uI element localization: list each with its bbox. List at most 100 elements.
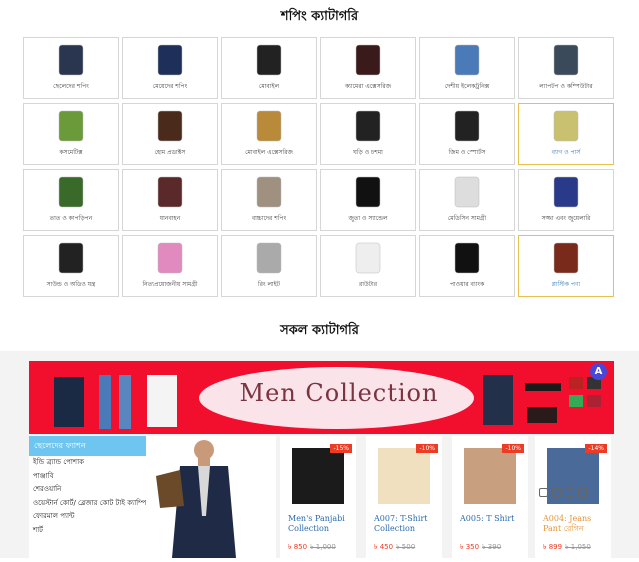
view-icon[interactable] bbox=[552, 488, 561, 497]
category-label: রিং লাইট bbox=[257, 281, 281, 288]
product-actions bbox=[539, 488, 587, 497]
category-label: প্লাস্টিক পণ্য bbox=[551, 281, 581, 288]
category-label: তাত ও কাপড়িপন bbox=[49, 215, 93, 222]
shopping-category-grid: ছেলেদের শপিং মেয়েদের শপিং মোবাইল ক্যামেরা … bbox=[23, 37, 615, 297]
mens-fashion-panel: ছেলেদের ফ্যাশন ইন্ডি ব্র্যান্ড পোশাক পাঞ্… bbox=[29, 436, 146, 558]
category-card[interactable]: হোম প্রডাক্টস bbox=[122, 103, 218, 165]
category-card[interactable]: যানবাহন bbox=[122, 169, 218, 231]
category-label: মোবাইল bbox=[258, 83, 280, 90]
category-label: জুতা ও স্যান্ডেল bbox=[348, 215, 388, 222]
motorcycle-icon bbox=[157, 176, 183, 208]
category-card[interactable]: ব্যাগ ও পার্স bbox=[518, 103, 614, 165]
category-card[interactable]: প্লাস্টিক পণ্য bbox=[518, 235, 614, 297]
category-label: ছেলেদের শপিং bbox=[53, 83, 89, 90]
radio-icon bbox=[256, 176, 282, 208]
medicine-box-icon bbox=[454, 176, 480, 208]
mens-fashion-item[interactable]: শার্ট bbox=[29, 524, 146, 538]
product-image bbox=[292, 448, 344, 504]
category-card[interactable]: কসমেটিক্স bbox=[23, 103, 119, 165]
product-card[interactable]: -10% A007: T-Shirt Collection ৳ 450 ৳ 500 bbox=[366, 436, 442, 558]
category-card[interactable]: ল্যাপটপ ও কম্পিউটার bbox=[518, 37, 614, 99]
category-label: নিত্যপ্রয়োজনীয় সামগ্রী bbox=[142, 281, 198, 288]
old-price: ৳ 500 bbox=[396, 543, 416, 551]
category-label: দেশীয় ইলেকট্রনিক্স bbox=[444, 83, 490, 90]
old-price: ৳ 1,000 bbox=[310, 543, 336, 551]
banner-title: Men Collection bbox=[239, 379, 439, 407]
product-price: ৳ 350 ৳ 390 bbox=[460, 541, 501, 553]
current-price: ৳ 899 bbox=[543, 543, 563, 551]
camera-lens-icon bbox=[355, 44, 381, 76]
current-price: ৳ 850 bbox=[288, 543, 308, 551]
product-name[interactable]: A005: T Shirt bbox=[460, 514, 526, 524]
category-label: ঘড়ি ও চশমা bbox=[353, 149, 383, 156]
category-card[interactable]: সজ্জা এবং জুয়েলারি bbox=[518, 169, 614, 231]
category-card[interactable]: মোবাইল এক্সেসরিজ bbox=[221, 103, 317, 165]
mens-fashion-item[interactable]: ফোরমাল প্যান্ট bbox=[29, 510, 146, 524]
product-image bbox=[464, 448, 516, 504]
mens-fashion-heading[interactable]: ছেলেদের ফ্যাশন bbox=[29, 436, 146, 456]
category-label: বাচ্চাদের শপিং bbox=[251, 215, 287, 222]
category-card[interactable]: তাত ও কাপড়িপন bbox=[23, 169, 119, 231]
mens-fashion-item[interactable]: ওয়েস্টার্ন কোর্ট/ ব্লেজার কোট টাই ক্যাম… bbox=[29, 497, 146, 511]
old-price: ৳ 1,050 bbox=[565, 543, 591, 551]
category-label: মেডিসিন সামগ্রী bbox=[447, 215, 487, 222]
category-card[interactable]: রিং লাইট bbox=[221, 235, 317, 297]
category-label: মোবাইল এক্সেসরিজ bbox=[245, 149, 293, 156]
discount-badge: -10% bbox=[416, 444, 438, 453]
category-card[interactable]: জিম ও স্পোর্টস bbox=[419, 103, 515, 165]
product-name[interactable]: A007: T-Shirt Collection bbox=[374, 514, 440, 534]
ring-light-icon bbox=[256, 242, 282, 274]
cart-icon[interactable] bbox=[539, 488, 548, 497]
mens-jacket-icon bbox=[58, 44, 84, 76]
category-card[interactable]: রাউটার bbox=[320, 235, 416, 297]
category-card[interactable]: মেয়েদের শপিং bbox=[122, 37, 218, 99]
speaker-system-icon bbox=[58, 242, 84, 274]
product-card[interactable]: -14% A004: Jeans Pant রেগিন ৳ 899 ৳ 1,050 bbox=[535, 436, 611, 558]
model-image bbox=[146, 436, 276, 558]
category-label: জিম ও স্পোর্টস bbox=[448, 149, 486, 156]
compare-icon[interactable] bbox=[578, 488, 587, 497]
category-card[interactable]: মেডিসিন সামগ্রী bbox=[419, 169, 515, 231]
product-name[interactable]: A004: Jeans Pant রেগিন bbox=[543, 514, 609, 534]
product-price: ৳ 899 ৳ 1,050 bbox=[543, 541, 591, 553]
product-name[interactable]: Men's Panjabi Collection bbox=[288, 514, 354, 534]
router-icon bbox=[355, 242, 381, 274]
product-card[interactable]: -15% Men's Panjabi Collection ৳ 850 ৳ 1,000 bbox=[280, 436, 356, 558]
television-icon bbox=[454, 44, 480, 76]
category-card[interactable]: ঘড়ি ও চশমা bbox=[320, 103, 416, 165]
mens-fashion-item[interactable]: পাঞ্জাবি bbox=[29, 470, 146, 484]
discount-badge: -14% bbox=[585, 444, 607, 453]
category-label: ব্যাগ ও পার্স bbox=[551, 149, 581, 156]
category-label: পাওয়ার ব্যাংক bbox=[449, 281, 485, 288]
mobile-accessories-icon bbox=[256, 110, 282, 142]
category-card[interactable]: দেশীয় ইলেকট্রনিক্স bbox=[419, 37, 515, 99]
category-label: যানবাহন bbox=[159, 215, 181, 222]
gym-equipment-icon bbox=[454, 110, 480, 142]
category-card[interactable]: জুতা ও স্যান্ডেল bbox=[320, 169, 416, 231]
heart-icon[interactable] bbox=[565, 488, 574, 497]
category-card[interactable]: বাচ্চাদের শপিং bbox=[221, 169, 317, 231]
laptop-icon bbox=[553, 44, 579, 76]
shoes-icon bbox=[355, 176, 381, 208]
cosmetics-icon bbox=[58, 110, 84, 142]
category-card[interactable]: নিত্যপ্রয়োজনীয় সামগ্রী bbox=[122, 235, 218, 297]
category-label: কসমেটিক্স bbox=[59, 149, 83, 156]
men-collection-banner[interactable]: Men Collection A bbox=[29, 361, 614, 434]
womens-dress-icon bbox=[157, 44, 183, 76]
watch-icon bbox=[355, 110, 381, 142]
product-card[interactable]: -10% A005: T Shirt ৳ 350 ৳ 390 bbox=[452, 436, 528, 558]
plastic-chair-icon bbox=[553, 242, 579, 274]
category-card[interactable]: ক্যামেরা এক্সেসরিজ bbox=[320, 37, 416, 99]
category-label: সাউন্ড ও অডিও যন্ত্র bbox=[46, 281, 96, 288]
category-label: সজ্জা এবং জুয়েলারি bbox=[541, 215, 591, 222]
category-card[interactable]: মোবাইল bbox=[221, 37, 317, 99]
category-label: রাউটার bbox=[358, 281, 378, 288]
category-card[interactable]: সাউন্ড ও অডিও যন্ত্র bbox=[23, 235, 119, 297]
a-badge: A bbox=[590, 363, 607, 380]
power-bank-icon bbox=[454, 242, 480, 274]
category-card[interactable]: ছেলেদের শপিং bbox=[23, 37, 119, 99]
shopping-category-title: শপিং ক্যাটাগরি bbox=[280, 9, 359, 24]
mens-fashion-item[interactable]: ইন্ডি ব্র্যান্ড পোশাক bbox=[29, 456, 146, 470]
category-card[interactable]: পাওয়ার ব্যাংক bbox=[419, 235, 515, 297]
mens-fashion-item[interactable]: শেরওয়ানি bbox=[29, 483, 146, 497]
